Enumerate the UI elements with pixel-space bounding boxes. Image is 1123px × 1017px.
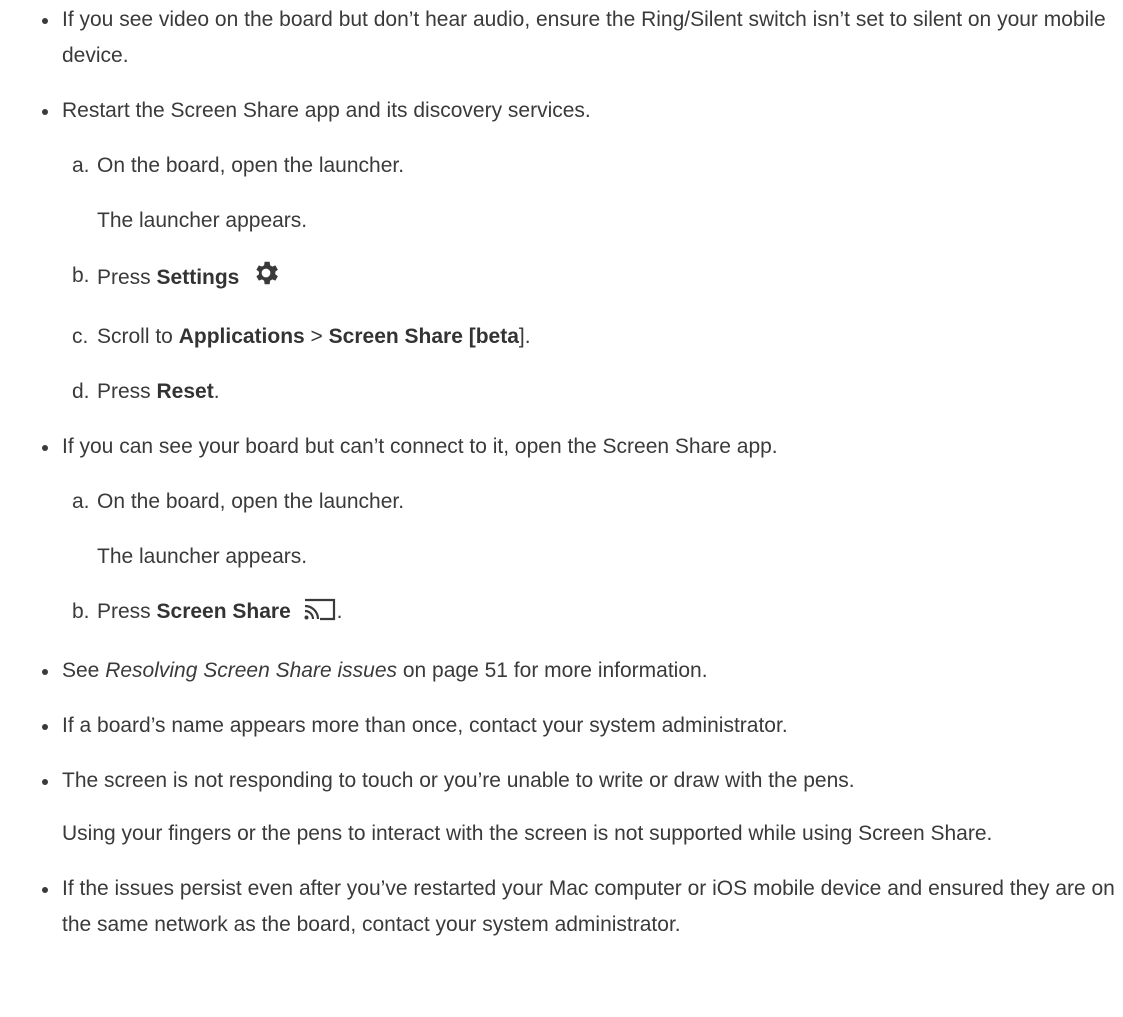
bullet-cant-connect-text: If you can see your board but can’t conn… — [62, 435, 778, 458]
step-marker: c. — [72, 325, 89, 348]
bullet-persist: If the issues persist even after you’ve … — [0, 871, 1123, 943]
step-marker: a. — [72, 490, 90, 513]
period: . — [336, 600, 343, 623]
screen-share-icon — [303, 596, 337, 634]
bullet-persist-text: If the issues persist even after you’ve … — [62, 877, 1115, 936]
step-text-pre: Press — [97, 380, 157, 403]
reset-label: Reset — [156, 380, 214, 403]
troubleshooting-page: If you see video on the board but don’t … — [0, 0, 1123, 943]
step-marker: d. — [72, 380, 90, 403]
bullet-audio: If you see video on the board but don’t … — [0, 2, 1123, 74]
step-text: On the board, open the launcher. — [97, 154, 405, 177]
cross-reference-link[interactable]: Resolving Screen Share issues — [105, 659, 397, 682]
step-text-pre: Press — [97, 266, 157, 289]
connect-step-a-result: The launcher appears. — [97, 545, 308, 568]
bullet-see-also: See Resolving Screen Share issues on pag… — [0, 653, 1123, 689]
connect-step-a: a. On the board, open the launcher. — [0, 484, 1123, 520]
see-also-post: on page 51 for more information. — [397, 659, 708, 682]
connect-step-b: b. Press Screen Share . — [0, 594, 1123, 634]
see-also-pre: See — [62, 659, 106, 682]
step-text-pre: Press — [97, 600, 157, 623]
restart-step-b: b. Press Settings — [0, 258, 1123, 300]
restart-step-c: c. Scroll to Applications > Screen Share… — [0, 319, 1123, 355]
bullet-touch-text: The screen is not responding to touch or… — [62, 769, 855, 792]
bullet-restart-text: Restart the Screen Share app and its dis… — [62, 99, 591, 122]
step-text: On the board, open the launcher. — [97, 490, 405, 513]
bullet-touch: The screen is not responding to touch or… — [0, 763, 1123, 799]
period: . — [524, 325, 531, 348]
gear-icon — [251, 258, 281, 300]
bullet-name-twice-text: If a board’s name appears more than once… — [62, 714, 788, 737]
settings-label: Settings — [156, 266, 240, 289]
restart-step-d: d. Press Reset. — [0, 374, 1123, 410]
period: . — [213, 380, 220, 403]
step-marker: b. — [72, 264, 90, 287]
path-separator: > — [304, 325, 329, 348]
screen-share-beta-label: Screen Share [beta — [328, 325, 519, 348]
bullet-cant-connect: If you can see your board but can’t conn… — [0, 429, 1123, 465]
touch-note: Using your fingers or the pens to intera… — [62, 822, 993, 845]
applications-label: Applications — [178, 325, 305, 348]
bullet-restart: Restart the Screen Share app and its dis… — [0, 93, 1123, 129]
step-text-pre: Scroll to — [97, 325, 179, 348]
restart-step-a-result: The launcher appears. — [97, 209, 308, 232]
screen-share-label: Screen Share — [156, 600, 291, 623]
step-marker: b. — [72, 600, 90, 623]
step-marker: a. — [72, 154, 90, 177]
bullet-name-twice: If a board’s name appears more than once… — [0, 708, 1123, 744]
bullet-audio-text: If you see video on the board but don’t … — [62, 8, 1106, 67]
restart-step-a: a. On the board, open the launcher. — [0, 148, 1123, 184]
